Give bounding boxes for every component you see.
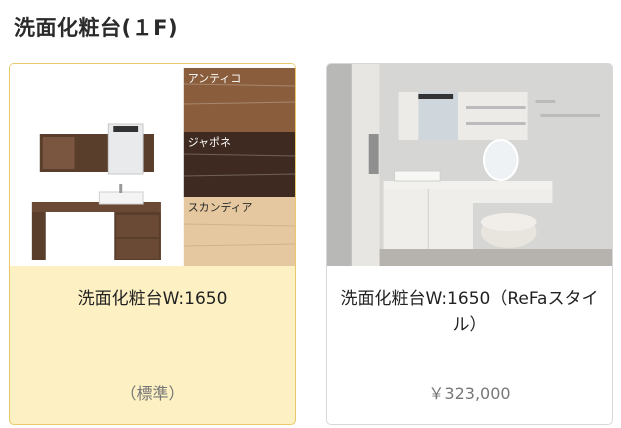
- option-card-standard[interactable]: アンティコ ジャポネ スカンディア 洗面化粧台W:1650 （標準）: [9, 63, 296, 425]
- page-title: 洗面化粧台(１F): [14, 16, 179, 40]
- option-name: 洗面化粧台W:1650: [77, 289, 228, 309]
- option-name: 洗面化粧台W:1650（ReFaスタイル）: [340, 289, 599, 335]
- swatch-label-japone: ジャポネ: [188, 136, 231, 149]
- option-card-refa[interactable]: 洗面化粧台W:1650（ReFaスタイル） ￥323,000: [326, 63, 613, 425]
- product-image-standard: アンティコ ジャポネ スカンディア: [10, 64, 295, 266]
- swatch-label-antico: アンティコ: [188, 72, 241, 85]
- swatch-label-scandia: スカンディア: [188, 200, 253, 214]
- option-price: ￥323,000: [428, 384, 511, 403]
- option-price: （標準）: [120, 384, 185, 403]
- product-image-refa: [327, 64, 612, 266]
